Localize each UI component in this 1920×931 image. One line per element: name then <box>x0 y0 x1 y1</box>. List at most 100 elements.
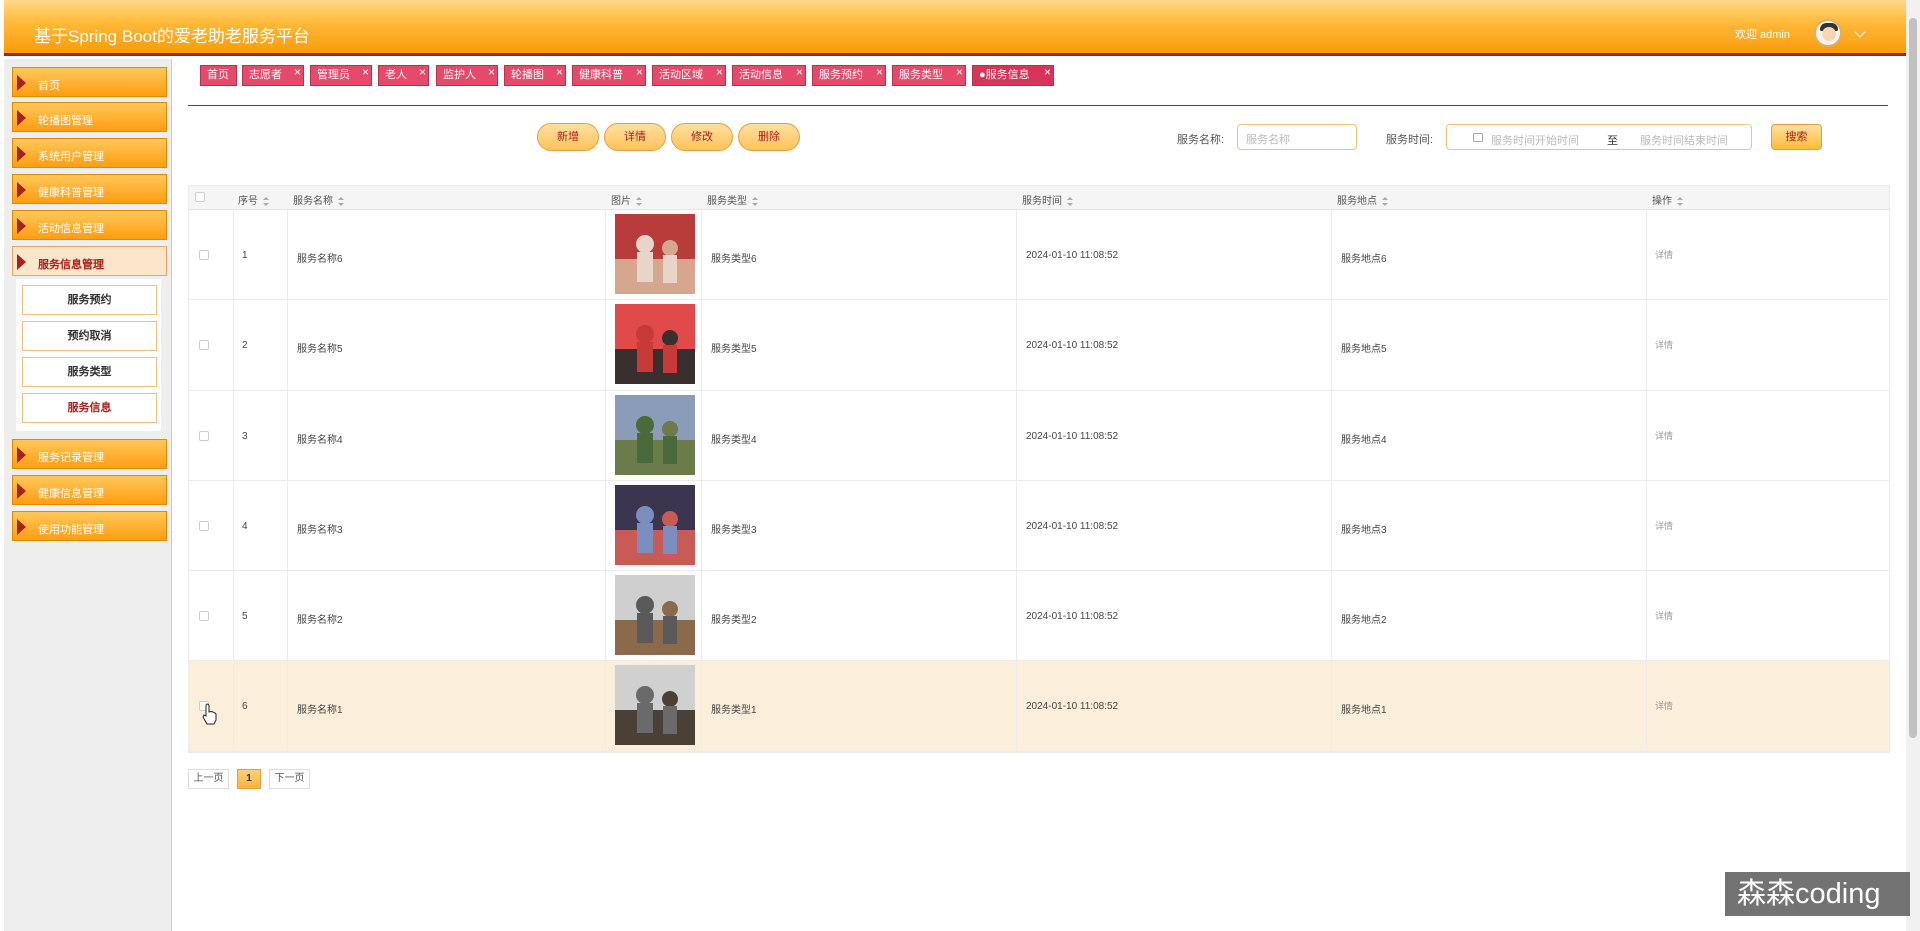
next-page-button[interactable]: 下一页 <box>269 769 310 789</box>
close-icon[interactable]: × <box>294 63 301 82</box>
tab-elderly[interactable]: 老人 × <box>378 65 429 86</box>
row-service-type: 服务类型6 <box>711 254 757 265</box>
prev-page-button[interactable]: 上一页 <box>188 769 229 789</box>
row-detail-link[interactable]: 详情 <box>1655 338 1673 351</box>
row-detail-link[interactable]: 详情 <box>1655 248 1673 261</box>
sidebar-item-features[interactable]: 使用功能管理 <box>12 511 167 541</box>
detail-button[interactable]: 详情 <box>604 123 666 151</box>
select-all-checkbox[interactable] <box>195 192 205 202</box>
add-button[interactable]: 新增 <box>537 123 599 151</box>
column-divider <box>287 390 288 480</box>
sidebar-item-users[interactable]: 系统用户管理 <box>12 138 167 168</box>
edit-button[interactable]: 修改 <box>671 123 733 151</box>
table-row[interactable]: 4 服务名称3 服务类型3 2024-01-10 11:08:52 服务地点3 详情 <box>189 480 1889 572</box>
caret-right-icon <box>17 146 26 162</box>
close-icon[interactable]: × <box>876 63 883 82</box>
table-row[interactable]: 1 服务名称6 服务类型6 2024-01-10 11:08:52 服务地点6 详情 <box>189 210 1889 301</box>
close-icon[interactable]: × <box>362 63 369 82</box>
sort-icon <box>752 196 758 206</box>
close-icon[interactable]: × <box>1044 63 1051 82</box>
table-row[interactable]: 6 服务名称1 服务类型1 2024-01-10 11:08:52 服务地点1 详情 <box>189 661 1889 752</box>
submenu-item-booking[interactable]: 服务预约 <box>22 285 157 315</box>
tab-volunteer[interactable]: 志愿者 × <box>242 65 304 86</box>
service-image[interactable] <box>615 214 695 294</box>
tab-admin[interactable]: 管理员 × <box>310 65 372 86</box>
row-detail-link[interactable]: 详情 <box>1655 699 1673 712</box>
table-row[interactable]: 2 服务名称5 服务类型5 2024-01-10 11:08:52 服务地点5 详情 <box>189 300 1889 391</box>
header-place[interactable]: 服务地点 <box>1337 192 1388 207</box>
row-checkbox[interactable] <box>199 340 209 351</box>
sidebar-item-carousel[interactable]: 轮播图管理 <box>12 102 167 132</box>
service-name-label: 服务名称: <box>1177 134 1225 146</box>
header-time[interactable]: 服务时间 <box>1022 192 1073 207</box>
header-type[interactable]: 服务类型 <box>707 192 758 207</box>
row-detail-link[interactable]: 详情 <box>1655 519 1673 532</box>
tab-service-type[interactable]: 服务类型 × <box>892 65 966 86</box>
service-image[interactable] <box>615 484 695 565</box>
row-checkbox[interactable] <box>199 520 209 531</box>
header-operation[interactable]: 操作 <box>1652 192 1683 207</box>
sidebar-item-services[interactable]: 服务信息管理 <box>12 246 167 276</box>
service-image[interactable] <box>615 575 695 656</box>
tab-activity-info[interactable]: 活动信息 × <box>732 65 806 86</box>
avatar[interactable] <box>1814 19 1842 47</box>
avatar-face-shape <box>1822 27 1836 41</box>
scrollbar-thumb[interactable] <box>1909 18 1917 738</box>
search-button[interactable]: 搜索 <box>1771 124 1822 150</box>
tab-guardian[interactable]: 监护人 × <box>436 65 498 86</box>
tab-service-booking[interactable]: 服务预约 × <box>812 65 886 86</box>
row-checkbox[interactable] <box>199 250 209 260</box>
tab-label: 管理员 <box>317 69 350 81</box>
table-row[interactable]: 3 服务名称4 服务类型4 2024-01-10 11:08:52 服务地点4 详情 <box>189 390 1889 481</box>
sidebar-item-service-records[interactable]: 服务记录管理 <box>12 439 167 469</box>
header-image[interactable]: 图片 <box>611 192 642 207</box>
service-time-range[interactable]: 服务时间开始时间 至 服务时间结束时间 <box>1446 124 1752 150</box>
column-divider <box>1331 480 1332 571</box>
delete-button[interactable]: 删除 <box>738 123 800 151</box>
tab-service-info[interactable]: ●服务信息 × <box>972 65 1054 86</box>
close-icon[interactable]: × <box>488 63 495 82</box>
time-end-input[interactable]: 服务时间结束时间 <box>1640 132 1728 148</box>
caret-right-icon <box>17 254 26 270</box>
service-image[interactable] <box>615 304 695 385</box>
column-divider <box>605 390 606 480</box>
sidebar-item-label: 健康信息管理 <box>38 488 104 500</box>
tab-carousel[interactable]: 轮播图 × <box>504 65 566 86</box>
chevron-down-icon[interactable] <box>1854 26 1866 38</box>
page-scrollbar[interactable] <box>1906 0 1920 931</box>
row-service-time: 2024-01-10 11:08:52 <box>1026 430 1119 442</box>
close-icon[interactable]: × <box>796 63 803 82</box>
tab-health-science[interactable]: 健康科普 × <box>572 65 646 86</box>
page-1-button[interactable]: 1 <box>237 769 261 789</box>
row-checkbox[interactable] <box>199 611 209 622</box>
tab-home[interactable]: 首页 <box>200 65 237 86</box>
sidebar-item-activities[interactable]: 活动信息管理 <box>12 210 167 240</box>
column-divider <box>287 661 288 751</box>
close-icon[interactable]: × <box>419 63 426 82</box>
submenu-item-service-type[interactable]: 服务类型 <box>22 357 157 387</box>
header-index[interactable]: 序号 <box>238 192 269 207</box>
sidebar-item-health-info[interactable]: 健康信息管理 <box>12 475 167 505</box>
column-divider <box>605 480 606 571</box>
close-icon[interactable]: × <box>956 63 963 82</box>
table-row[interactable]: 5 服务名称2 服务类型2 2024-01-10 11:08:52 服务地点2 详情 <box>189 571 1889 662</box>
time-start-input[interactable]: 服务时间开始时间 <box>1491 132 1579 148</box>
service-name-input[interactable]: 服务名称 <box>1237 124 1357 150</box>
submenu-item-cancel-booking[interactable]: 预约取消 <box>22 321 157 351</box>
close-icon[interactable]: × <box>636 63 643 82</box>
row-detail-link[interactable]: 详情 <box>1655 609 1673 622</box>
column-divider <box>701 210 702 300</box>
sidebar-item-health-science[interactable]: 健康科普管理 <box>12 174 167 204</box>
service-image[interactable] <box>615 394 695 475</box>
sidebar-item-home[interactable]: 首页 <box>12 67 167 97</box>
row-service-place: 服务地点1 <box>1341 705 1387 717</box>
close-icon[interactable]: × <box>716 63 723 82</box>
submenu-item-service-info[interactable]: 服务信息 <box>22 393 157 423</box>
tab-activity-area[interactable]: 活动区域 × <box>652 65 726 86</box>
row-checkbox[interactable] <box>199 430 209 441</box>
service-image[interactable] <box>615 665 695 746</box>
caret-right-icon <box>17 483 26 499</box>
row-detail-link[interactable]: 详情 <box>1655 429 1673 442</box>
close-icon[interactable]: × <box>556 63 563 82</box>
header-name[interactable]: 服务名称 <box>293 192 344 207</box>
